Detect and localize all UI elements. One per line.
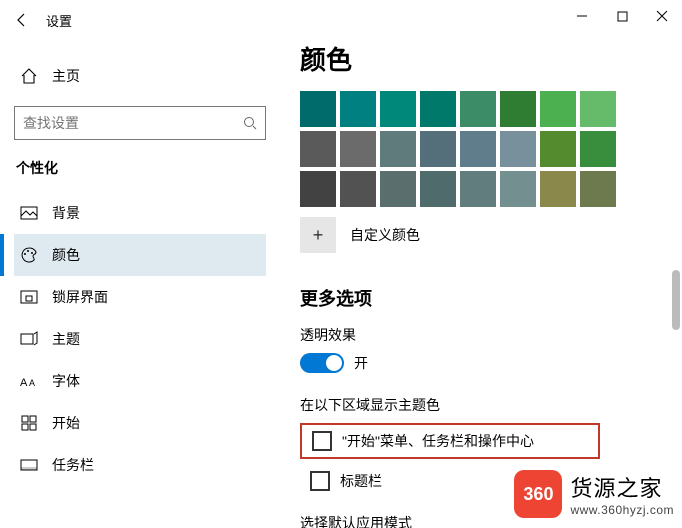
nav-item-taskbar[interactable]: 任务栏	[14, 444, 266, 486]
watermark-text-cn: 货源之家	[570, 471, 662, 503]
window-title: 设置	[46, 11, 72, 30]
nav-item-start[interactable]: 开始	[14, 402, 266, 444]
more-options-heading: 更多选项	[300, 285, 670, 311]
custom-color-row[interactable]: + 自定义颜色	[300, 217, 670, 253]
checkbox-icon	[310, 471, 330, 491]
back-button[interactable]	[6, 4, 38, 36]
home-icon	[20, 67, 38, 85]
nav-label: 锁屏界面	[52, 287, 108, 307]
color-swatch[interactable]	[300, 171, 336, 207]
color-swatch[interactable]	[540, 91, 576, 127]
color-swatch[interactable]	[420, 91, 456, 127]
color-swatch[interactable]	[540, 171, 576, 207]
svg-text:A: A	[29, 378, 35, 388]
nav-item-colors[interactable]: 颜色	[14, 234, 266, 276]
color-swatch[interactable]	[380, 91, 416, 127]
color-swatch[interactable]	[380, 171, 416, 207]
color-swatch[interactable]	[460, 91, 496, 127]
watermark-badge: 360	[514, 470, 562, 518]
color-swatch[interactable]	[340, 171, 376, 207]
watermark-url: www.360hyzj.com	[570, 503, 674, 517]
color-swatch[interactable]	[380, 131, 416, 167]
checkbox-label: 标题栏	[340, 471, 382, 491]
color-swatch[interactable]	[580, 91, 616, 127]
watermark: 360 货源之家 www.360hyzj.com	[514, 470, 674, 518]
nav-item-lockscreen[interactable]: 锁屏界面	[14, 276, 266, 318]
nav-label: 任务栏	[52, 455, 94, 475]
page-title: 颜色	[300, 40, 670, 77]
accent-areas-heading: 在以下区域显示主题色	[300, 395, 670, 415]
close-button[interactable]	[642, 0, 682, 32]
nav-label: 颜色	[52, 245, 80, 265]
maximize-icon	[617, 11, 628, 22]
search-input[interactable]	[23, 115, 243, 131]
color-swatch[interactable]	[300, 91, 336, 127]
nav-label: 背景	[52, 203, 80, 223]
nav-item-themes[interactable]: 主题	[14, 318, 266, 360]
search-icon	[243, 116, 257, 130]
checkbox-label: "开始"菜单、任务栏和操作中心	[342, 431, 534, 451]
main-content: 颜色 + 自定义颜色 更多选项 透明效果 开 在以下区域显示主题色 "开始"菜单…	[300, 40, 682, 528]
color-swatch[interactable]	[500, 91, 536, 127]
close-icon	[656, 10, 668, 22]
plus-icon: +	[300, 217, 336, 253]
nav-item-background[interactable]: 背景	[14, 192, 266, 234]
color-swatch[interactable]	[300, 131, 336, 167]
lockscreen-icon	[20, 288, 38, 306]
custom-color-label: 自定义颜色	[350, 225, 420, 245]
color-swatch[interactable]	[500, 131, 536, 167]
theme-icon	[20, 330, 38, 348]
sidebar: 主页 个性化 背景 颜色 锁屏界面 主题 AA 字体 开始 任务栏	[0, 40, 280, 528]
checkbox-icon	[312, 431, 332, 451]
nav-label: 字体	[52, 371, 80, 391]
minimize-icon	[576, 10, 588, 22]
home-label: 主页	[52, 66, 80, 86]
color-swatch[interactable]	[460, 171, 496, 207]
checkbox-start-taskbar[interactable]: "开始"菜单、任务栏和操作中心	[312, 431, 588, 451]
color-swatch[interactable]	[420, 131, 456, 167]
arrow-left-icon	[14, 12, 30, 28]
search-input-wrap[interactable]	[14, 106, 266, 140]
transparency-label: 透明效果	[300, 325, 670, 345]
maximize-button[interactable]	[602, 0, 642, 32]
color-swatch[interactable]	[460, 131, 496, 167]
color-swatch[interactable]	[540, 131, 576, 167]
color-swatch-grid	[300, 91, 670, 207]
picture-icon	[20, 204, 38, 222]
svg-text:A: A	[20, 377, 28, 388]
palette-icon	[20, 246, 38, 264]
start-icon	[20, 414, 38, 432]
color-swatch[interactable]	[340, 131, 376, 167]
color-swatch[interactable]	[500, 171, 536, 207]
minimize-button[interactable]	[562, 0, 602, 32]
nav-label: 开始	[52, 413, 80, 433]
color-swatch[interactable]	[420, 171, 456, 207]
home-button[interactable]: 主页	[14, 60, 266, 92]
color-swatch[interactable]	[580, 131, 616, 167]
scrollbar-thumb[interactable]	[672, 270, 680, 330]
taskbar-icon	[20, 456, 38, 474]
highlighted-option: "开始"菜单、任务栏和操作中心	[300, 423, 600, 459]
transparency-toggle[interactable]	[300, 353, 344, 373]
color-swatch[interactable]	[580, 171, 616, 207]
color-swatch[interactable]	[340, 91, 376, 127]
transparency-state: 开	[354, 353, 368, 373]
section-label: 个性化	[16, 158, 266, 178]
nav-label: 主题	[52, 329, 80, 349]
font-icon: AA	[20, 372, 38, 390]
nav-item-fonts[interactable]: AA 字体	[14, 360, 266, 402]
